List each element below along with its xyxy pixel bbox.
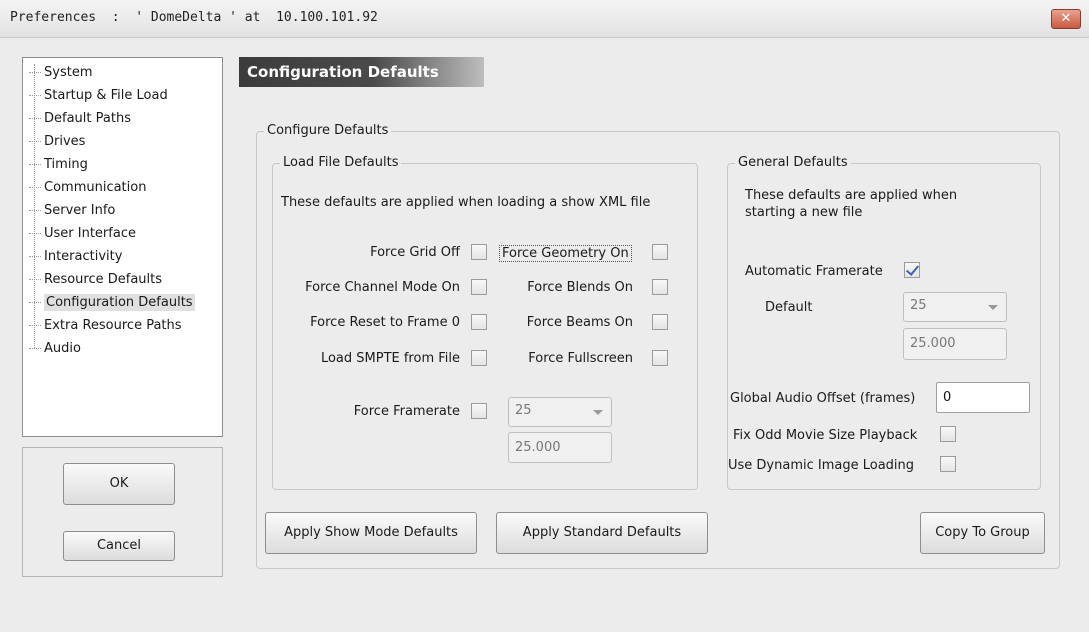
force-blends-on-checkbox[interactable] bbox=[652, 279, 668, 295]
force-fullscreen-label: Force Fullscreen bbox=[528, 351, 633, 366]
force-fullscreen-checkbox[interactable] bbox=[652, 350, 668, 366]
sidebar-item-label: System bbox=[44, 65, 93, 80]
sidebar-item-label: Startup & File Load bbox=[44, 88, 168, 103]
automatic-framerate-label: Automatic Framerate bbox=[745, 264, 883, 279]
force-reset-to-frame-0-checkbox[interactable] bbox=[471, 314, 487, 330]
sidebar-item-label: Resource Defaults bbox=[44, 272, 163, 287]
force-geometry-on-checkbox[interactable] bbox=[652, 244, 668, 260]
force-channel-mode-on-checkbox[interactable] bbox=[471, 279, 487, 295]
close-icon[interactable]: ✕ bbox=[1051, 9, 1081, 29]
sidebar-item-configuration-defaults[interactable]: Configuration Defaults bbox=[29, 291, 195, 314]
general-description-line1: These defaults are applied when bbox=[745, 188, 958, 203]
sidebar-item-label: Communication bbox=[44, 180, 147, 195]
force-grid-off-label: Force Grid Off bbox=[370, 245, 460, 260]
page-title: Configuration Defaults bbox=[247, 63, 439, 81]
force-framerate-select-value: 25 bbox=[515, 403, 532, 418]
sidebar-item-label: User Interface bbox=[44, 226, 136, 241]
automatic-framerate-checkbox[interactable] bbox=[904, 262, 920, 278]
default-framerate-select[interactable]: 25 bbox=[903, 292, 1007, 322]
sidebar-item-communication[interactable]: Communication bbox=[29, 176, 146, 199]
sidebar-item-user-interface[interactable]: User Interface bbox=[29, 222, 136, 245]
default-framerate-label: Default bbox=[765, 300, 813, 315]
load-file-description: These defaults are applied when loading … bbox=[281, 195, 651, 210]
preferences-nav-tree: System Startup & File Load Default Paths… bbox=[22, 57, 223, 437]
sidebar-item-label: Server Info bbox=[44, 203, 116, 218]
force-framerate-checkbox[interactable] bbox=[471, 403, 487, 419]
sidebar-item-server-info[interactable]: Server Info bbox=[29, 199, 115, 222]
fix-odd-movie-size-checkbox[interactable] bbox=[940, 426, 956, 442]
sidebar-item-label: Drives bbox=[44, 134, 86, 149]
sidebar-item-drives[interactable]: Drives bbox=[29, 130, 85, 153]
title-bar[interactable]: Preferences : ' DomeDelta ' at 10.100.10… bbox=[0, 0, 1089, 38]
general-defaults-label: General Defaults bbox=[735, 155, 851, 170]
force-channel-mode-on-label: Force Channel Mode On bbox=[305, 280, 460, 295]
default-framerate-value-field: 25.000 bbox=[903, 328, 1007, 360]
sidebar-item-system[interactable]: System bbox=[29, 61, 92, 84]
default-framerate-select-value: 25 bbox=[910, 298, 927, 313]
sidebar-item-label: Timing bbox=[44, 157, 88, 172]
sidebar-item-default-paths[interactable]: Default Paths bbox=[29, 107, 131, 130]
ok-button[interactable]: OK bbox=[63, 463, 175, 505]
chevron-down-icon bbox=[593, 410, 603, 415]
global-audio-offset-label: Global Audio Offset (frames) bbox=[730, 391, 916, 406]
sidebar-item-label: Default Paths bbox=[44, 111, 131, 126]
sidebar-item-interactivity[interactable]: Interactivity bbox=[29, 245, 122, 268]
fix-odd-movie-size-label: Fix Odd Movie Size Playback bbox=[733, 428, 918, 443]
window-title: Preferences : ' DomeDelta ' at 10.100.10… bbox=[10, 10, 378, 25]
force-framerate-value-field: 25.000 bbox=[508, 432, 612, 463]
apply-standard-defaults-button[interactable]: Apply Standard Defaults bbox=[496, 512, 708, 554]
force-framerate-label: Force Framerate bbox=[353, 404, 460, 419]
force-framerate-select[interactable]: 25 bbox=[508, 397, 612, 427]
force-reset-to-frame-0-label: Force Reset to Frame 0 bbox=[310, 315, 460, 330]
general-description-line2: starting a new file bbox=[745, 205, 863, 220]
apply-show-mode-defaults-button[interactable]: Apply Show Mode Defaults bbox=[265, 512, 477, 554]
force-framerate-value: 25.000 bbox=[515, 440, 561, 455]
dynamic-image-loading-checkbox[interactable] bbox=[940, 456, 956, 472]
dynamic-image-loading-label: Use Dynamic Image Loading bbox=[728, 458, 915, 473]
page-header: Configuration Defaults bbox=[239, 57, 484, 87]
sidebar-item-audio[interactable]: Audio bbox=[29, 337, 81, 360]
sidebar-item-extra-resource-paths[interactable]: Extra Resource Paths bbox=[29, 314, 182, 337]
force-blends-on-label: Force Blends On bbox=[527, 280, 633, 295]
chevron-down-icon bbox=[988, 305, 998, 310]
global-audio-offset-input[interactable] bbox=[936, 382, 1030, 413]
load-smpte-from-file-checkbox[interactable] bbox=[471, 350, 487, 366]
sidebar-item-label: Audio bbox=[44, 341, 81, 356]
dialog-button-panel: OK Cancel bbox=[22, 447, 223, 577]
force-beams-on-checkbox[interactable] bbox=[652, 314, 668, 330]
sidebar-item-resource-defaults[interactable]: Resource Defaults bbox=[29, 268, 162, 291]
sidebar-item-label: Interactivity bbox=[44, 249, 123, 264]
force-beams-on-label: Force Beams On bbox=[526, 315, 633, 330]
sidebar-item-label: Configuration Defaults bbox=[44, 294, 195, 311]
copy-to-group-button[interactable]: Copy To Group bbox=[920, 512, 1045, 554]
default-framerate-value: 25.000 bbox=[910, 336, 956, 351]
load-smpte-from-file-label: Load SMPTE from File bbox=[320, 351, 460, 366]
configure-defaults-label: Configure Defaults bbox=[264, 123, 392, 138]
sidebar-item-startup-file-load[interactable]: Startup & File Load bbox=[29, 84, 168, 107]
sidebar-item-label: Extra Resource Paths bbox=[44, 318, 182, 333]
load-file-defaults-label: Load File Defaults bbox=[280, 155, 402, 170]
force-grid-off-checkbox[interactable] bbox=[471, 244, 487, 260]
force-geometry-on-label: Force Geometry On bbox=[499, 245, 632, 262]
cancel-button[interactable]: Cancel bbox=[63, 531, 175, 561]
preferences-window: Preferences : ' DomeDelta ' at 10.100.10… bbox=[0, 0, 1089, 632]
sidebar-item-timing[interactable]: Timing bbox=[29, 153, 88, 176]
